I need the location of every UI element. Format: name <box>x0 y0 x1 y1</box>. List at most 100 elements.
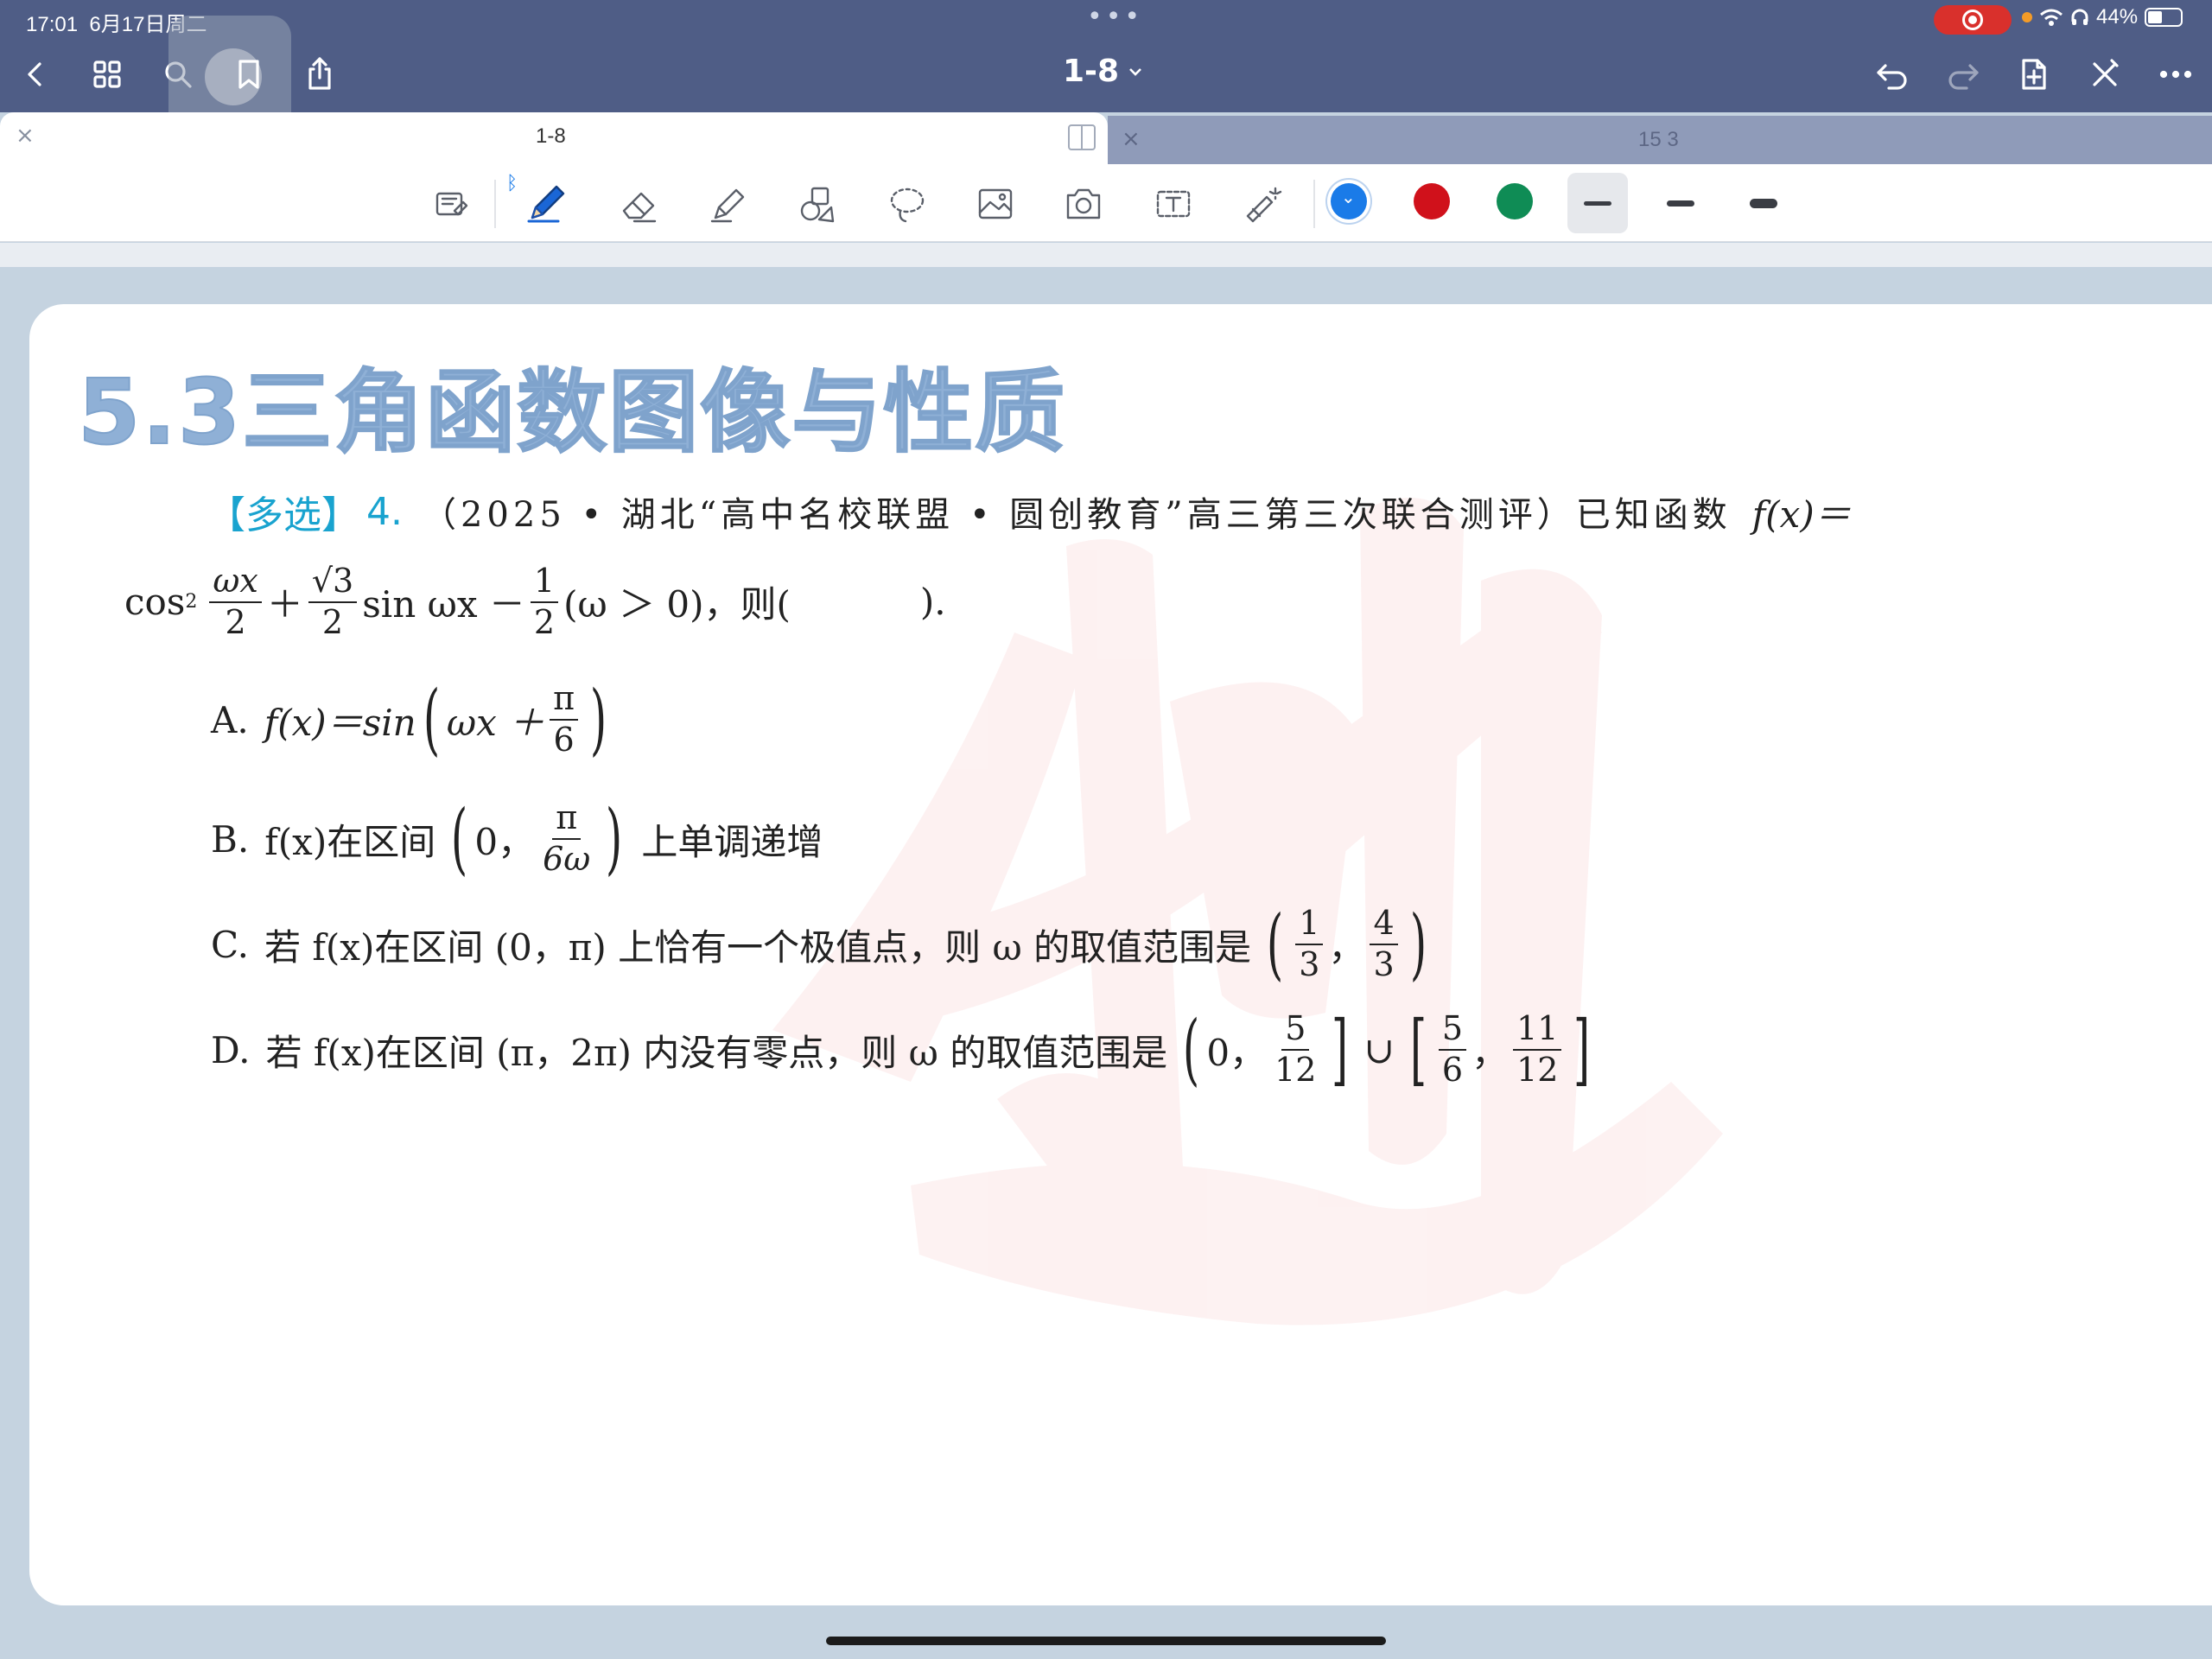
share-icon <box>308 57 331 90</box>
option-b-tail: 上单调递增 <box>641 820 823 863</box>
eraser-icon <box>622 192 657 223</box>
camera-tool[interactable] <box>1056 176 1111 232</box>
pen-tool[interactable] <box>518 176 574 232</box>
tab-label: 15 3 <box>1638 128 1679 151</box>
fraction-5-over-6: 56 <box>1438 1010 1467 1089</box>
fraction-sqrt3-over-2: √3 2 <box>308 563 358 641</box>
color-red-swatch[interactable] <box>1414 183 1450 219</box>
option-a[interactable]: A. f(x)＝sin ( ωx ＋ π6 ) <box>211 674 613 765</box>
eraser-tool[interactable] <box>612 176 667 232</box>
selected-check-icon: ⌄ <box>1341 187 1356 207</box>
tab-15-3[interactable]: × 15 3 <box>1108 116 2212 164</box>
mic-in-use-dot <box>2022 12 2032 22</box>
document-title-menu[interactable]: 1-8 <box>1063 54 1143 89</box>
right-paren: ) <box>606 793 623 884</box>
cos-text: cos <box>124 581 186 624</box>
highlighter-tool[interactable] <box>700 176 755 232</box>
highlighter-icon <box>710 188 745 223</box>
add-page-button[interactable] <box>2008 48 2060 100</box>
thickness-medium-button[interactable] <box>1650 173 1711 233</box>
color-green-swatch[interactable] <box>1497 183 1533 219</box>
fraction-pi-over-6: π6 <box>550 680 579 759</box>
close-toolbar-button[interactable] <box>2079 48 2131 100</box>
right-paren: ) <box>1409 899 1427 989</box>
option-c-text: 若 f(x)在区间 (0，π) 上恰有一个极值点，则 ω 的取值范围是 <box>264 925 1252 969</box>
comma: ， <box>1471 1031 1509 1074</box>
fraction-11-over-12: 11 12 <box>1513 1010 1562 1089</box>
right-paren: ) <box>590 674 607 765</box>
pen-icon <box>527 185 565 223</box>
shapes-icon <box>800 187 835 223</box>
read-mode-icon <box>435 192 468 216</box>
bookmark-button[interactable] <box>223 48 275 100</box>
headphones-icon <box>2071 9 2088 25</box>
option-d-text: 若 f(x)在区间 (π，2π) 内没有零点，则 ω 的取值范围是 <box>265 1031 1168 1074</box>
status-icons: 44% <box>2022 5 2183 29</box>
closing-paren: ). <box>919 581 946 624</box>
right-bracket: ] <box>1332 1004 1349 1095</box>
fraction-1-over-3: 13 <box>1295 905 1324 983</box>
document-page[interactable]: 5.3三角函数图像与性质 【多选】 4. （2025 • 湖北“高中名校联盟 •… <box>29 304 2212 1605</box>
lasso-tool[interactable] <box>880 176 935 232</box>
home-indicator[interactable] <box>826 1637 1386 1645</box>
fraction-5-over-12: 5 12 <box>1274 1009 1317 1089</box>
option-a-label: A. <box>211 698 249 741</box>
fraction-wx-over-2: ωx 2 <box>209 563 262 641</box>
thumbnails-button[interactable] <box>81 48 133 100</box>
tab-label: 1-8 <box>536 124 566 148</box>
grid-icon <box>93 60 121 88</box>
redo-icon <box>1948 64 1979 90</box>
color-blue-swatch[interactable]: ⌄ <box>1331 183 1367 219</box>
multitask-dots[interactable]: ••• <box>1087 2 1143 32</box>
option-b-label: B. <box>211 817 250 861</box>
wifi-icon <box>2040 9 2063 26</box>
right-bracket: ] <box>1573 1004 1591 1095</box>
thickness-fine-button[interactable] <box>1567 173 1628 233</box>
battery-percent: 44% <box>2096 5 2139 29</box>
undo-icon <box>1877 64 1907 90</box>
toolbar-divider <box>494 180 496 228</box>
left-paren: ( <box>1183 1004 1200 1095</box>
document-title: 1-8 <box>1063 54 1120 89</box>
tab-close-icon[interactable]: × <box>1122 126 1141 152</box>
question-source: （2025 • 湖北“高中名校联盟 • 圆创教育”高三第三次联合测评）已知函数 <box>421 495 1732 535</box>
image-icon <box>978 188 1013 219</box>
toolbar-divider <box>1313 180 1315 228</box>
option-b[interactable]: B. f(x)在区间 ( 0， π 6ω ) 上单调递增 <box>211 793 823 884</box>
laser-pointer-tool[interactable] <box>1236 176 1291 232</box>
back-button[interactable] <box>10 48 62 100</box>
image-tool[interactable] <box>968 176 1023 232</box>
read-mode-tool[interactable] <box>423 176 479 232</box>
screen-recording-indicator[interactable] <box>1934 5 2012 35</box>
shapes-tool[interactable] <box>790 176 845 232</box>
comma: ， <box>1328 925 1365 969</box>
option-b-text: f(x)在区间 <box>264 820 436 863</box>
close-x-icon <box>2093 59 2119 86</box>
option-a-text: f(x)＝sin <box>264 701 416 744</box>
question-type-tag: 【多选】 <box>207 493 359 537</box>
option-d[interactable]: D. 若 f(x)在区间 (π，2π) 内没有零点，则 ω 的取值范围是 ( 0… <box>211 1004 1598 1095</box>
more-button[interactable] <box>2150 48 2202 100</box>
tab-1-8[interactable]: × 1-8 <box>0 112 1108 164</box>
redo-button[interactable] <box>1937 48 1989 100</box>
share-button[interactable] <box>294 48 346 100</box>
question-stem-line2: cos 2 ωx 2 ＋ √3 2 sin ωx － 12 (ω ＞ 0)，则( ). <box>124 563 946 641</box>
lasso-icon <box>890 188 925 223</box>
bluetooth-icon: ᛒ <box>506 173 518 194</box>
text-tool[interactable] <box>1146 176 1201 232</box>
annotation-toolbar: ᛒ ⌄ <box>0 164 2212 242</box>
split-view-icon[interactable] <box>1068 124 1096 150</box>
plus-sign: ＋ <box>266 583 303 626</box>
fraction-4-over-3: 43 <box>1370 905 1398 983</box>
more-icon <box>2159 70 2192 79</box>
option-c[interactable]: C. 若 f(x)在区间 (0，π) 上恰有一个极值点，则 ω 的取值范围是 (… <box>211 899 1433 989</box>
bookmark-icon <box>238 60 259 89</box>
battery-icon <box>2145 8 2183 27</box>
text-tool-icon <box>1156 190 1191 218</box>
thickness-bold-button[interactable] <box>1733 173 1794 233</box>
question-stem-line1: 【多选】 4. （2025 • 湖北“高中名校联盟 • 圆创教育”高三第三次联合… <box>207 484 1851 539</box>
option-c-label: C. <box>211 923 249 966</box>
undo-button[interactable] <box>1866 48 1918 100</box>
function-definition: f(x)＝ <box>1751 493 1851 536</box>
tab-close-icon[interactable]: × <box>16 123 35 149</box>
